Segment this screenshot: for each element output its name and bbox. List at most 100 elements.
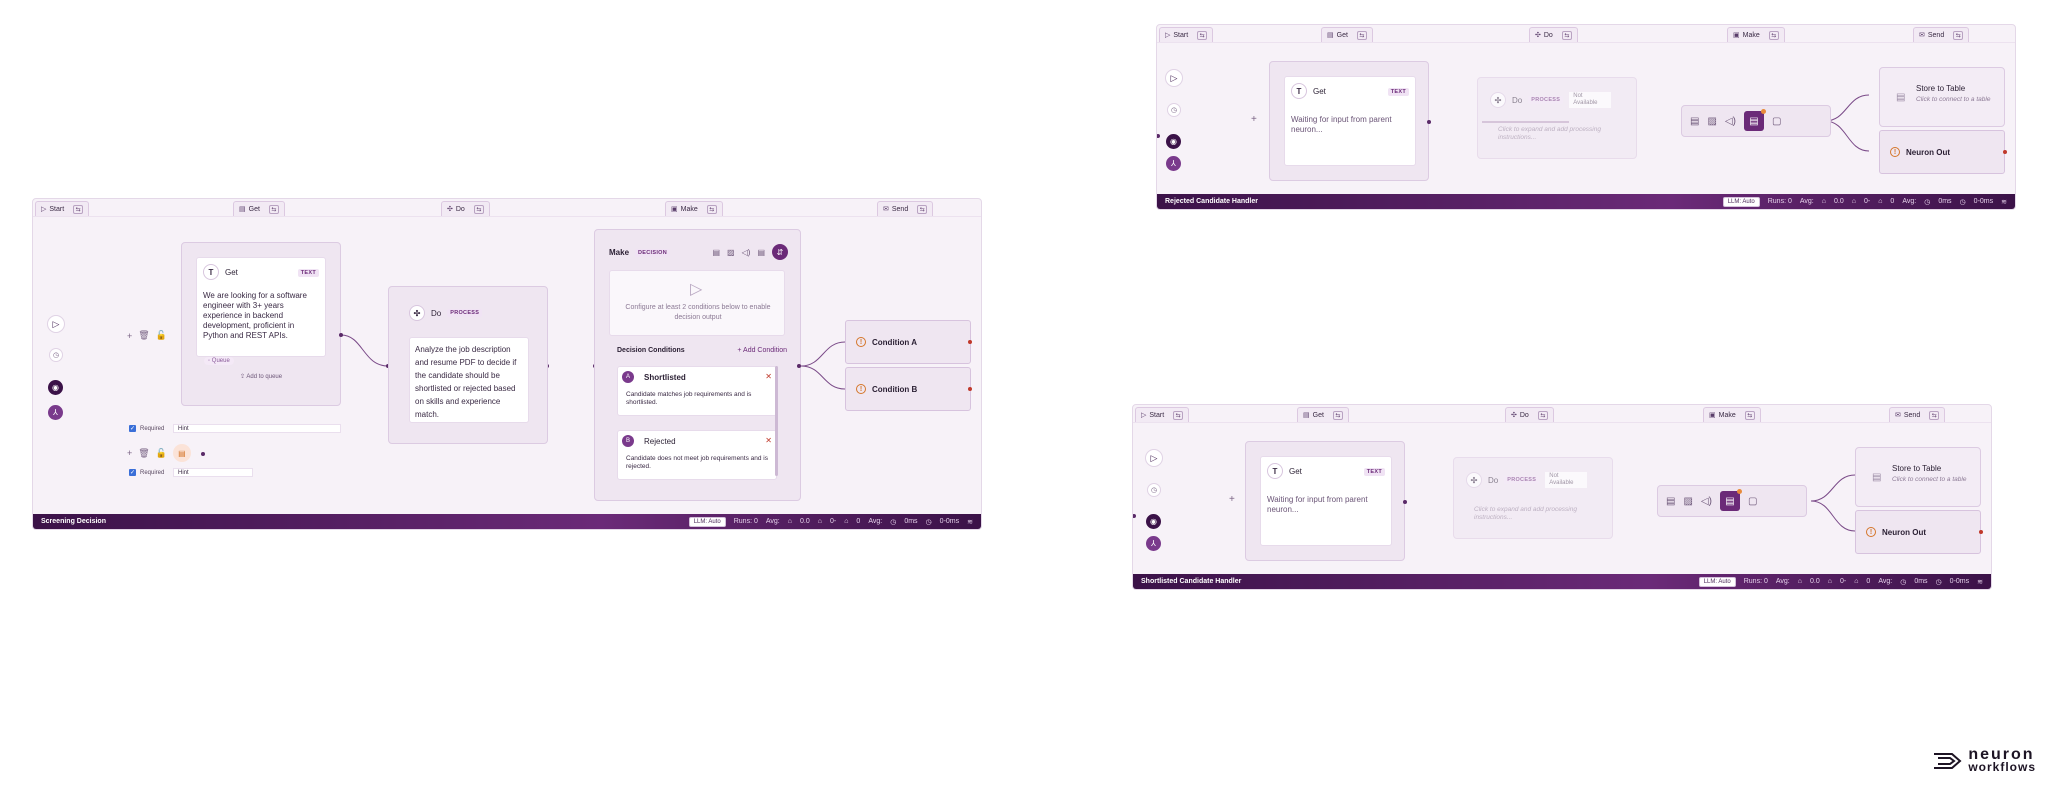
- clipboard-icon[interactable]: ▢: [1748, 496, 1757, 507]
- tab-make[interactable]: ▣ Make ⇆: [665, 201, 723, 216]
- neuron-out-node[interactable]: ! Neuron Out: [1879, 130, 2005, 174]
- get-node[interactable]: T Get TEXT We are looking for a software…: [181, 242, 341, 406]
- condition-name[interactable]: Shortlisted: [644, 373, 686, 382]
- target-icon[interactable]: ◉: [48, 380, 63, 395]
- clock-icon[interactable]: ◷: [1147, 483, 1161, 497]
- audio-icon[interactable]: ◁): [1701, 496, 1712, 507]
- get-input-text[interactable]: Waiting for input from parent neuron...: [1267, 495, 1385, 515]
- get-input-text[interactable]: Waiting for input from parent neuron...: [1291, 115, 1409, 135]
- tab-make[interactable]: ▣ Make ⇆: [1727, 27, 1785, 42]
- add-icon[interactable]: +: [1229, 494, 1235, 505]
- get-node[interactable]: T Get TEXT Waiting for input from parent…: [1269, 61, 1429, 181]
- document-icon[interactable]: ▤: [712, 248, 720, 257]
- condition-description[interactable]: Candidate does not meet job requirements…: [626, 455, 770, 471]
- swap-icon[interactable]: ⇆: [73, 204, 84, 214]
- add-icon[interactable]: +: [127, 331, 132, 341]
- swap-icon[interactable]: ⇆: [1561, 30, 1572, 40]
- swap-icon[interactable]: ⇆: [268, 204, 279, 214]
- run-button[interactable]: ▷: [1145, 449, 1163, 467]
- branch-icon[interactable]: ⅄: [48, 405, 63, 420]
- tab-start[interactable]: ▷ Start ⇆: [1159, 27, 1214, 42]
- tab-send[interactable]: ✉ Send ⇆: [1913, 27, 1970, 42]
- document-icon[interactable]: ▤: [1666, 496, 1675, 507]
- close-icon[interactable]: ✕: [765, 372, 772, 381]
- clock-icon[interactable]: ◷: [49, 348, 63, 362]
- do-node[interactable]: ✣ Do PROCESS Not Available Click to expa…: [1453, 457, 1613, 539]
- tab-get[interactable]: ▤ Get ⇆: [1321, 27, 1373, 42]
- swap-icon[interactable]: ⇆: [1197, 30, 1208, 40]
- image-icon[interactable]: ▨: [727, 248, 735, 257]
- swap-icon[interactable]: ⇆: [1929, 410, 1940, 420]
- do-instructions-text[interactable]: Click to expand and add processing instr…: [1474, 506, 1604, 522]
- swap-icon[interactable]: ⇆: [1173, 410, 1184, 420]
- swap-icon[interactable]: ⇆: [1768, 30, 1779, 40]
- image-icon[interactable]: ▨: [1707, 116, 1716, 127]
- swap-icon[interactable]: ⇆: [1356, 30, 1367, 40]
- target-icon[interactable]: ◉: [1146, 514, 1161, 529]
- queue-chip[interactable]: ◦ Queue: [204, 357, 234, 365]
- tab-do[interactable]: ✣ Do ⇆: [441, 201, 490, 216]
- tab-do[interactable]: ✣ Do ⇆: [1529, 27, 1578, 42]
- clipboard-icon[interactable]: ▢: [1772, 116, 1781, 127]
- trash-icon[interactable]: 🗑: [138, 448, 149, 459]
- store-to-table-node[interactable]: ▤ Store to Table Click to connect to a t…: [1879, 67, 2005, 127]
- condition-description[interactable]: Candidate matches job requirements and i…: [626, 391, 770, 407]
- add-condition-button[interactable]: + Add Condition: [737, 347, 787, 354]
- hint-field-1[interactable]: Hint: [173, 424, 341, 433]
- swap-icon[interactable]: ⇆: [1744, 410, 1755, 420]
- run-button[interactable]: ▷: [47, 315, 65, 333]
- lock-icon[interactable]: 🔓: [156, 448, 167, 459]
- tab-send[interactable]: ✉ Send ⇆: [877, 201, 934, 216]
- tab-get[interactable]: ▤ Get ⇆: [1297, 407, 1349, 422]
- do-node[interactable]: ✣ Do PROCESS Analyze the job description…: [388, 286, 548, 444]
- audio-icon[interactable]: ◁): [1725, 116, 1736, 127]
- swap-icon[interactable]: ⇆: [473, 204, 484, 214]
- clock-icon[interactable]: ◷: [1167, 103, 1181, 117]
- tab-send[interactable]: ✉ Send ⇆: [1889, 407, 1946, 422]
- target-icon[interactable]: ◉: [1166, 134, 1181, 149]
- close-icon[interactable]: ✕: [765, 436, 772, 445]
- do-node[interactable]: ✣ Do PROCESS Not Available Click to expa…: [1477, 77, 1637, 159]
- condition-b-node[interactable]: ! Condition B: [845, 367, 971, 411]
- swap-icon[interactable]: ⇆: [1332, 410, 1343, 420]
- llm-selector[interactable]: LLM: Auto: [688, 516, 726, 527]
- add-to-queue-button[interactable]: ⇪ Add to queue: [240, 373, 282, 380]
- pdf-icon[interactable]: ▤: [172, 444, 191, 462]
- add-icon[interactable]: +: [1251, 114, 1257, 125]
- add-icon[interactable]: +: [127, 448, 132, 458]
- branch-icon[interactable]: ⅄: [1146, 536, 1161, 551]
- condition-a-node[interactable]: ! Condition A: [845, 320, 971, 364]
- condition-item-b[interactable]: B Rejected ✕ Candidate does not meet job…: [617, 430, 777, 480]
- scrollbar[interactable]: [775, 366, 778, 476]
- do-instructions[interactable]: Analyze the job description and resume P…: [409, 337, 529, 423]
- neuron-out-node[interactable]: ! Neuron Out: [1855, 510, 1981, 554]
- document-icon[interactable]: ▤: [1690, 116, 1699, 127]
- tab-do[interactable]: ✣ Do ⇆: [1505, 407, 1554, 422]
- file-icon-active[interactable]: ▤: [1743, 109, 1766, 131]
- swap-icon[interactable]: ⇆: [1953, 30, 1964, 40]
- store-to-table-node[interactable]: ▤ Store to Table Click to connect to a t…: [1855, 447, 1981, 507]
- swap-icon[interactable]: ⇆: [917, 204, 928, 214]
- decision-icon[interactable]: ⇵: [772, 244, 788, 260]
- branch-icon[interactable]: ⅄: [1166, 156, 1181, 171]
- get-node[interactable]: T Get TEXT Waiting for input from parent…: [1245, 441, 1405, 561]
- do-instructions-text[interactable]: Click to expand and add processing instr…: [1498, 126, 1628, 142]
- file-icon-active[interactable]: ▤: [1719, 489, 1742, 511]
- hint-field-2[interactable]: Hint: [173, 468, 253, 477]
- image-icon[interactable]: ▨: [1683, 496, 1692, 507]
- make-node[interactable]: Make DECISION ▤ ▨ ◁) ▤ ⇵ ▷ Configure at lea…: [594, 229, 801, 501]
- condition-name[interactable]: Rejected: [644, 437, 676, 446]
- swap-icon[interactable]: ⇆: [706, 204, 717, 214]
- get-input-text[interactable]: We are looking for a software engineer w…: [203, 291, 319, 341]
- swap-icon[interactable]: ⇆: [1537, 410, 1548, 420]
- condition-item-a[interactable]: A Shortlisted ✕ Candidate matches job re…: [617, 366, 777, 416]
- lock-icon[interactable]: 🔓: [156, 330, 167, 341]
- run-button[interactable]: ▷: [1165, 69, 1183, 87]
- file-icon[interactable]: ▤: [757, 248, 765, 257]
- audio-icon[interactable]: ◁): [742, 248, 751, 257]
- required-checkbox-1[interactable]: ✓ Required: [129, 425, 164, 432]
- llm-selector[interactable]: LLM: Auto: [1698, 576, 1736, 587]
- tab-start[interactable]: ▷ Start ⇆: [35, 201, 90, 216]
- required-checkbox-2[interactable]: ✓ Required: [129, 469, 164, 476]
- tab-make[interactable]: ▣ Make ⇆: [1703, 407, 1761, 422]
